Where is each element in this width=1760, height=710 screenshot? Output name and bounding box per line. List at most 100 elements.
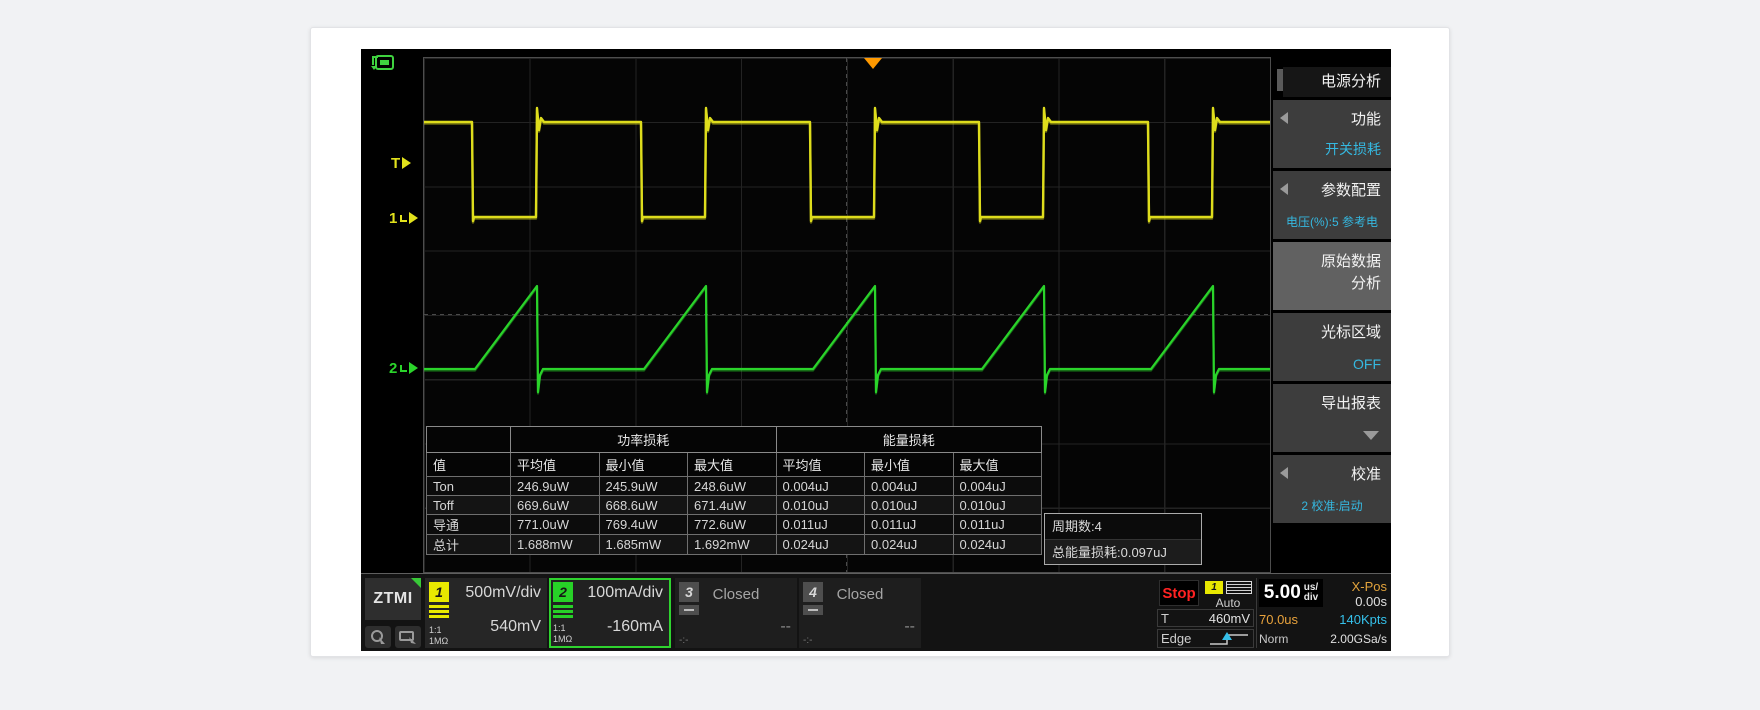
trigger-t-label: T: [1161, 611, 1169, 626]
channel2-coupling-icon: [553, 605, 573, 620]
row-label: 总计: [427, 535, 511, 555]
cell: 0.024uJ: [953, 535, 1042, 555]
menu-item-cursor-zone[interactable]: 光标区域 OFF: [1273, 313, 1391, 381]
cycle-summary-tooltip: 周期数:4 总能量损耗:0.097uJ: [1044, 513, 1202, 565]
cell: 0.004uJ: [776, 477, 865, 496]
channel2-offset: -160mA: [607, 618, 663, 636]
cell: 0.010uJ: [953, 496, 1042, 515]
channel3-panel[interactable]: 3 -:- Closed --: [675, 578, 797, 648]
channel1-waveform: [424, 108, 1270, 221]
capture-window: 70.0us: [1259, 612, 1298, 627]
channel3-status: Closed: [675, 586, 797, 603]
channel1-offset: 540mV: [490, 618, 541, 636]
menu-item-label: 光标区域: [1321, 321, 1381, 342]
col-header: 最大值: [688, 453, 777, 477]
channel1-zero-marker[interactable]: 1: [389, 210, 418, 226]
touch-screen-icon: [399, 629, 417, 645]
channel2-zero-marker[interactable]: 2: [389, 360, 418, 376]
trigger-level-row[interactable]: T 460mV: [1157, 609, 1254, 627]
trigger-type-row[interactable]: Edge: [1157, 629, 1254, 648]
cell: 771.0uW: [511, 515, 600, 535]
trigger-level-marker[interactable]: T: [391, 155, 411, 171]
cell: 772.6uW: [688, 515, 777, 535]
trigger-position-marker[interactable]: [864, 58, 882, 69]
channel2-probe: 1:1 1MΩ: [553, 623, 572, 644]
screenshot-icon[interactable]: [371, 53, 395, 76]
cell: 1.692mW: [688, 535, 777, 555]
trigger-marker-arrow-icon: [402, 157, 411, 169]
menu-item-label: 导出报表: [1321, 392, 1381, 413]
channel2-marker-step-icon: [400, 365, 407, 372]
channel1-probe: 1:1 1MΩ: [429, 625, 448, 646]
cell: 0.010uJ: [776, 496, 865, 515]
cycle-count: 周期数:4: [1045, 514, 1201, 539]
table-row-ton: Ton 246.9uW 245.9uW 248.6uW 0.004uJ 0.00…: [427, 477, 1042, 496]
channel2-marker-arrow-icon: [409, 362, 418, 374]
channel1-marker-arrow-icon: [409, 212, 418, 224]
divider: [1256, 578, 1257, 648]
touch-gesture-button[interactable]: [365, 626, 391, 648]
touch-screen-button[interactable]: [395, 626, 421, 648]
timebase-unit: us/ div: [1304, 583, 1318, 603]
channel1-scale: 500mV/div: [465, 584, 541, 602]
menu-item-export-report[interactable]: 导出报表: [1273, 384, 1391, 452]
channel1-marker-step-icon: [400, 215, 407, 222]
cell: 671.4uW: [688, 496, 777, 515]
trigger-level-value: 460mV: [1209, 611, 1250, 626]
menu-item-value: OFF: [1353, 356, 1381, 372]
status-bar: ZTMI 1 1:1 1MΩ: [361, 573, 1391, 651]
xpos-value: 0.00s: [1327, 594, 1387, 609]
menu-item-label-line2: 分析: [1351, 272, 1381, 293]
collapse-arrow-icon: [1280, 467, 1288, 479]
side-menu: 电源分析 功能 开关损耗 参数配置 电压(%):5 参考电 原始数据 分析 光标…: [1273, 57, 1391, 573]
trigger-mode[interactable]: Auto: [1203, 596, 1253, 610]
acquisition-status-button[interactable]: Stop: [1159, 580, 1199, 606]
cell: 0.024uJ: [776, 535, 865, 555]
col-header: 最小值: [865, 453, 954, 477]
cell: 0.010uJ: [865, 496, 954, 515]
cell: 0.011uJ: [953, 515, 1042, 535]
total-energy-loss: 总能量损耗:0.097uJ: [1045, 539, 1201, 564]
trigger-type-label: Edge: [1161, 631, 1191, 646]
energy-loss-group-header: 能量损耗: [776, 427, 1042, 453]
col-header: 值: [427, 453, 511, 477]
menu-item-label: 参数配置: [1321, 179, 1381, 200]
menu-item-function[interactable]: 功能 开关损耗: [1273, 100, 1391, 168]
sample-rate: 2.00GSa/s: [1330, 632, 1387, 646]
timebase-row3: Norm 2.00GSa/s: [1259, 632, 1387, 646]
menu-item-label: 功能: [1351, 108, 1381, 129]
cell: 668.6uW: [599, 496, 688, 515]
channel4-offset: --: [904, 618, 915, 636]
cell: 669.6uW: [511, 496, 600, 515]
collapse-arrow-icon: [1280, 183, 1288, 195]
memory-depth: 140Kpts: [1339, 612, 1387, 627]
table-corner-cell: [427, 427, 511, 453]
dropdown-arrow-icon: [1363, 431, 1379, 440]
menu-item-value: 2 校准:启动: [1275, 497, 1389, 514]
trigger-coupling-icon: [1226, 581, 1252, 594]
power-measurement-table: 功率损耗 能量损耗 值 平均值 最小值 最大值 平均值 最小值 最大值 Ton …: [426, 426, 1042, 555]
rising-edge-icon: [1208, 631, 1250, 647]
menu-item-raw-data-analysis[interactable]: 原始数据 分析: [1273, 242, 1391, 310]
cell: 248.6uW: [688, 477, 777, 496]
col-header: 最小值: [599, 453, 688, 477]
row-label: 导通: [427, 515, 511, 535]
col-header: 平均值: [776, 453, 865, 477]
col-header: 最大值: [953, 453, 1042, 477]
timebase-button[interactable]: 5.00 us/ div: [1259, 579, 1323, 607]
channel1-badge: 1: [429, 582, 449, 602]
channel4-panel[interactable]: 4 -:- Closed --: [799, 578, 921, 648]
timebase-row2: 70.0us 140Kpts: [1259, 612, 1387, 627]
channel1-panel[interactable]: 1 1:1 1MΩ 500mV/div 540mV: [425, 578, 547, 648]
menu-item-label: 原始数据: [1321, 250, 1381, 271]
cell: 0.004uJ: [953, 477, 1042, 496]
menu-item-label: 校准: [1351, 463, 1381, 484]
channel3-offset: --: [780, 618, 791, 636]
cell: 0.004uJ: [865, 477, 954, 496]
channel2-waveform: [424, 286, 1270, 392]
menu-item-parameter-config[interactable]: 参数配置 电压(%):5 参考电: [1273, 171, 1391, 239]
channel2-panel[interactable]: 2 1:1 1MΩ 100mA/div -160mA: [549, 578, 671, 648]
acquire-mode: Norm: [1259, 632, 1288, 646]
channel4-coupling-icon: [803, 605, 823, 615]
menu-item-calibration[interactable]: 校准 2 校准:启动: [1273, 455, 1391, 523]
